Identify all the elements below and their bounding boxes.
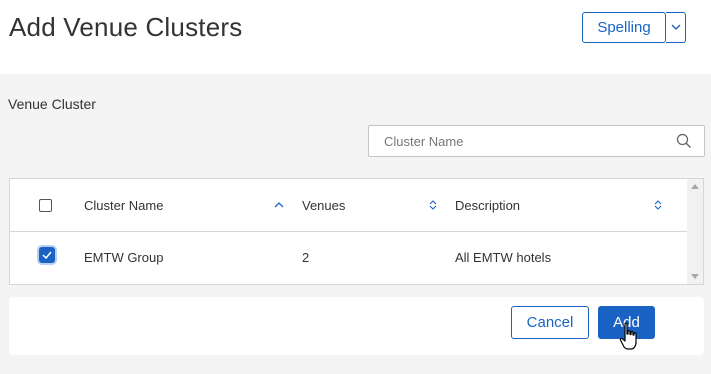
search-icon[interactable] — [676, 133, 692, 149]
cell-description: All EMTW hotels — [455, 250, 552, 265]
search-input[interactable]: Cluster Name — [368, 125, 705, 157]
sort-both-icon[interactable] — [428, 199, 438, 211]
spelling-button[interactable]: Spelling — [582, 12, 666, 43]
select-all-checkbox[interactable] — [39, 199, 52, 212]
column-header-description[interactable]: Description — [455, 198, 520, 213]
column-header-cluster-name[interactable]: Cluster Name — [84, 198, 163, 213]
sort-ascending-icon[interactable] — [274, 201, 284, 208]
search-placeholder: Cluster Name — [384, 134, 464, 149]
row-checkbox-checked[interactable] — [39, 247, 55, 263]
hand-pointer-cursor-icon — [619, 322, 637, 350]
clusters-table: Cluster Name Venues Description EMTW Gro… — [9, 178, 704, 285]
table-scrollbar[interactable] — [687, 179, 703, 284]
cell-cluster-name: EMTW Group — [84, 250, 164, 265]
page-header: Add Venue Clusters Spelling — [0, 0, 711, 74]
cell-venues: 2 — [302, 250, 310, 265]
sort-both-icon[interactable] — [653, 199, 663, 211]
column-header-venues[interactable]: Venues — [302, 198, 345, 213]
scroll-down-arrow-icon[interactable] — [691, 274, 699, 279]
scroll-up-arrow-icon[interactable] — [691, 184, 699, 189]
chevron-down-icon — [671, 24, 680, 30]
table-header: Cluster Name Venues Description — [10, 179, 687, 232]
table-row[interactable]: EMTW Group 2 All EMTW hotels — [10, 233, 687, 284]
section-label: Venue Cluster — [8, 96, 96, 112]
checkmark-icon — [42, 251, 52, 259]
cancel-button[interactable]: Cancel — [511, 306, 589, 339]
page-title: Add Venue Clusters — [9, 12, 243, 42]
spelling-dropdown-button[interactable] — [666, 12, 686, 43]
